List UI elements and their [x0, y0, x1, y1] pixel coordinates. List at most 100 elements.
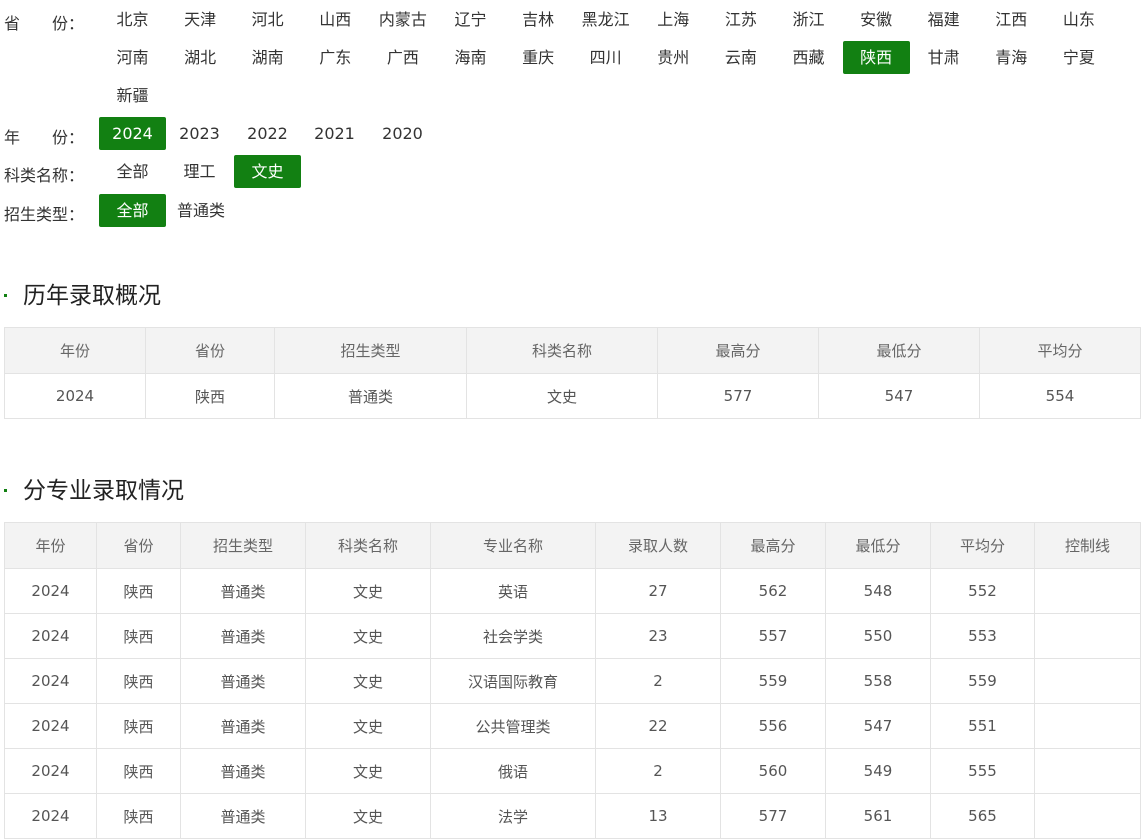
- province-option[interactable]: 天津: [167, 3, 234, 36]
- province-option[interactable]: 福建: [910, 3, 977, 36]
- table-cell: 陕西: [96, 703, 181, 749]
- table-cell: 文史: [305, 703, 431, 749]
- province-option[interactable]: 云南: [707, 41, 774, 74]
- type-option[interactable]: 全部: [99, 194, 166, 227]
- column-header: 省份: [145, 327, 275, 374]
- column-header: 省份: [96, 522, 181, 569]
- province-option[interactable]: 甘肃: [910, 41, 977, 74]
- column-header: 录取人数: [595, 522, 721, 569]
- province-option[interactable]: 上海: [640, 3, 707, 36]
- province-option[interactable]: 湖南: [234, 41, 301, 74]
- column-header: 控制线: [1034, 522, 1141, 569]
- table-cell: 560: [720, 748, 826, 794]
- year-option[interactable]: 2024: [99, 117, 166, 150]
- table-cell: 27: [595, 568, 721, 614]
- majors-section-title: 分专业录取情况: [4, 471, 184, 505]
- table-row: 2024 陕西 普通类 文史 577 547 554: [4, 373, 1141, 419]
- type-label: 招生类型：: [4, 205, 85, 224]
- table-cell: 548: [825, 568, 931, 614]
- province-option[interactable]: 浙江: [775, 3, 842, 36]
- column-header: 最低分: [818, 327, 980, 374]
- table-cell: 547: [818, 373, 980, 419]
- type-option[interactable]: 普通类: [166, 194, 236, 227]
- table-cell: 社会学类: [430, 613, 596, 659]
- province-filter: 省 份： 北京 天津 河北 山西 内蒙古 辽宁 吉林 黑龙江 上海 江苏 浙江 安徽 福建 江西 山东 河南湖…: [0, 2, 1144, 117]
- table-row: 2024 陕西 普通类 文史 法学 13 577 561 565: [4, 793, 1141, 839]
- table-cell: 23: [595, 613, 721, 659]
- province-option[interactable]: 北京: [99, 3, 166, 36]
- table-cell: 文史: [305, 613, 431, 659]
- table-cell: 公共管理类: [430, 703, 596, 749]
- year-option[interactable]: 2022: [234, 117, 301, 150]
- subject-option[interactable]: 全部: [99, 155, 166, 188]
- table-cell: [1034, 613, 1141, 659]
- table-cell: 2024: [4, 703, 97, 749]
- province-option[interactable]: 贵州: [640, 41, 707, 74]
- province-option[interactable]: 西藏: [775, 41, 842, 74]
- table-cell: 文史: [305, 748, 431, 794]
- column-header: 专业名称: [430, 522, 596, 569]
- table-cell: [1034, 568, 1141, 614]
- table-row: 2024 陕西 普通类 文史 汉语国际教育 2 559 558 559: [4, 658, 1141, 704]
- province-option[interactable]: 湖北: [167, 41, 234, 74]
- table-row: 2024 陕西 普通类 文史 俄语 2 560 549 555: [4, 748, 1141, 794]
- column-header: 招生类型: [274, 327, 467, 374]
- table-cell: 2: [595, 658, 721, 704]
- table-cell: [1034, 703, 1141, 749]
- subject-option[interactable]: 理工: [166, 155, 233, 188]
- table-cell: 577: [720, 793, 826, 839]
- table-cell: 549: [825, 748, 931, 794]
- province-option[interactable]: 海南: [437, 41, 504, 74]
- province-option[interactable]: 山东: [1045, 3, 1112, 36]
- majors-title: 分专业录取情况: [23, 478, 184, 504]
- summary-title: 历年录取概况: [23, 283, 161, 309]
- province-option[interactable]: 黑龙江: [572, 3, 639, 36]
- province-option[interactable]: 江苏: [707, 3, 774, 36]
- province-option[interactable]: 广西: [369, 41, 436, 74]
- subject-label: 科类名称：: [4, 166, 85, 185]
- province-option[interactable]: 重庆: [505, 41, 572, 74]
- table-cell: 文史: [305, 568, 431, 614]
- table-body: 2024 陕西 普通类 文史 英语 27 562 548 552 2024 陕西 普通类 文史 社会学类 2…: [4, 568, 1141, 839]
- table-cell: 陕西: [96, 748, 181, 794]
- table-header-row: 年份 省份 招生类型 科类名称 专业名称 录取人数 最高分 最低分 平均分 控制线: [4, 522, 1141, 569]
- table-cell: 558: [825, 658, 931, 704]
- year-label: 年 份：: [4, 128, 85, 147]
- column-header: 最高分: [720, 522, 826, 569]
- column-header: 最高分: [657, 327, 819, 374]
- table-cell: 普通类: [180, 568, 306, 614]
- year-option[interactable]: 2021: [301, 117, 368, 150]
- province-option[interactable]: 河南: [99, 41, 166, 74]
- column-header: 年份: [4, 327, 146, 374]
- table-cell: 普通类: [180, 613, 306, 659]
- table-row: 2024 陕西 普通类 文史 社会学类 23 557 550 553: [4, 613, 1141, 659]
- province-option[interactable]: 安徽: [843, 3, 910, 36]
- summary-table: 年份 省份 招生类型 科类名称 最高分 最低分 平均分 2024 陕西 普通类 文史 577 547 5…: [4, 327, 1141, 419]
- province-option[interactable]: 宁夏: [1045, 41, 1112, 74]
- province-option[interactable]: 吉林: [505, 3, 572, 36]
- province-option[interactable]: 新疆: [99, 79, 166, 112]
- subject-filter: 科类名称： 全部 理工 文史: [0, 155, 1144, 189]
- type-filter: 招生类型： 全部 普通类: [0, 194, 1144, 228]
- province-option[interactable]: 青海: [978, 41, 1045, 74]
- province-option[interactable]: 陕西: [842, 41, 910, 74]
- province-option[interactable]: 辽宁: [437, 3, 504, 36]
- table-cell: 559: [930, 658, 1035, 704]
- year-option[interactable]: 2020: [369, 117, 436, 150]
- province-option[interactable]: 江西: [978, 3, 1045, 36]
- province-label: 省 份：: [4, 14, 85, 33]
- province-option[interactable]: 四川: [572, 41, 639, 74]
- table-row: 2024 陕西 普通类 文史 公共管理类 22 556 547 551: [4, 703, 1141, 749]
- table-cell: 俄语: [430, 748, 596, 794]
- table-cell: 汉语国际教育: [430, 658, 596, 704]
- table-cell: 555: [930, 748, 1035, 794]
- table-cell: 2024: [4, 658, 97, 704]
- province-option[interactable]: 内蒙古: [369, 3, 436, 36]
- table-cell: 552: [930, 568, 1035, 614]
- year-option[interactable]: 2023: [166, 117, 233, 150]
- bullet-icon: [4, 293, 7, 297]
- province-option[interactable]: 河北: [234, 3, 301, 36]
- province-option[interactable]: 山西: [302, 3, 369, 36]
- subject-option[interactable]: 文史: [234, 155, 301, 188]
- province-option[interactable]: 广东: [302, 41, 369, 74]
